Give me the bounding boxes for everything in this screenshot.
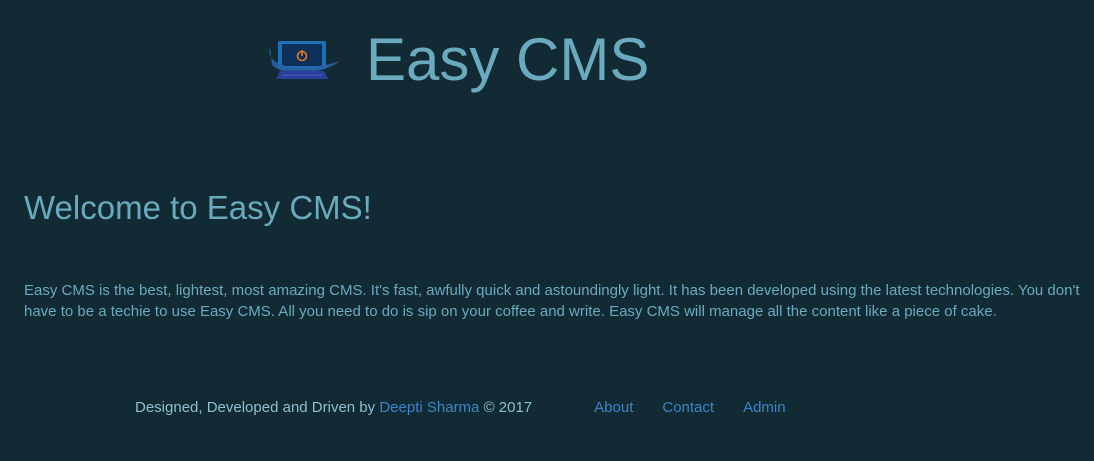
footer-credit: Designed, Developed and Driven by Deepti… <box>135 398 532 418</box>
intro-paragraph: Easy CMS is the best, lightest, most ama… <box>24 282 1080 320</box>
site-header: Easy CMS <box>266 22 649 98</box>
author-link[interactable]: Deepti Sharma <box>379 399 479 416</box>
welcome-heading: Welcome to Easy CMS! <box>24 189 372 226</box>
nav-admin-link[interactable]: Admin <box>743 398 786 418</box>
page: Easy CMS Welcome to Easy CMS! Easy CMS i… <box>0 0 1094 461</box>
laptop-power-icon[interactable] <box>266 35 342 85</box>
footer-nav: About Contact Admin <box>594 398 814 418</box>
nav-contact-link[interactable]: Contact <box>662 398 714 418</box>
site-title[interactable]: Easy CMS <box>366 30 649 90</box>
nav-about-link[interactable]: About <box>594 398 633 418</box>
site-footer: Designed, Developed and Driven by Deepti… <box>135 398 815 418</box>
copyright-text: © 2017 <box>483 399 533 416</box>
credit-prefix: Designed, Developed and Driven by <box>135 399 376 416</box>
